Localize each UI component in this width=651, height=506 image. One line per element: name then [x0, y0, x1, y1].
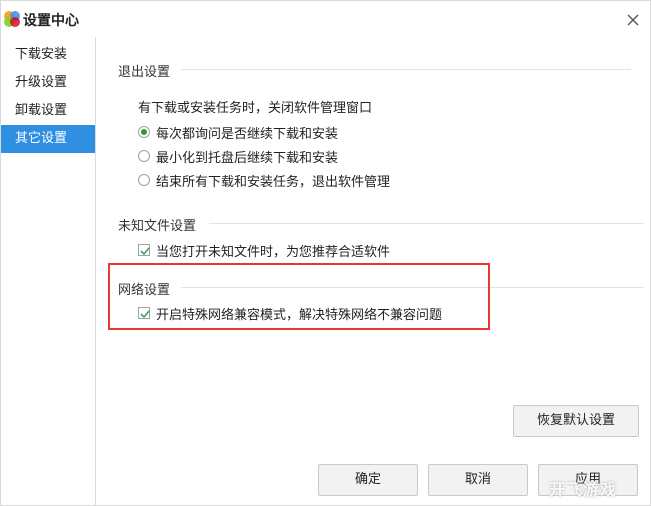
radio-label: 结束所有下载和安装任务，退出软件管理 — [156, 174, 391, 190]
close-icon[interactable] — [624, 11, 642, 29]
exit-settings-title: 退出设置 — [118, 65, 171, 80]
radio-button[interactable] — [138, 126, 150, 138]
checkbox-label: 当您打开未知文件时，为您推荐合适软件 — [156, 244, 391, 260]
sidebar-item-uninstall-settings[interactable]: 卸载设置 — [1, 97, 95, 125]
cancel-button[interactable]: 取消 — [428, 464, 528, 496]
radio-label: 最小化到托盘后继续下载和安装 — [156, 150, 339, 166]
watermark: 开飞游戏 — [549, 480, 618, 499]
checkbox[interactable] — [138, 244, 150, 256]
divider — [209, 223, 644, 224]
radio-label: 每次都询问是否继续下载和安装 — [156, 126, 339, 142]
network-settings-highlight-box — [108, 263, 490, 330]
unknown-file-settings-title: 未知文件设置 — [118, 219, 197, 234]
exit-settings-description: 有下载或安装任务时，关闭软件管理窗口 — [138, 101, 373, 116]
radio-minimize-to-tray[interactable]: 最小化到托盘后继续下载和安装 — [138, 146, 338, 166]
radio-end-all-tasks[interactable]: 结束所有下载和安装任务，退出软件管理 — [138, 170, 390, 190]
divider — [181, 69, 631, 70]
app-logo-icon — [3, 10, 21, 28]
window-title: 设置中心 — [23, 13, 79, 29]
ok-button[interactable]: 确定 — [318, 464, 418, 496]
sidebar: 下载安装 升级设置 卸载设置 其它设置 — [1, 37, 96, 505]
radio-ask-every-time[interactable]: 每次都询问是否继续下载和安装 — [138, 122, 338, 142]
sidebar-item-other-settings[interactable]: 其它设置 — [1, 125, 95, 153]
radio-button[interactable] — [138, 150, 150, 162]
checkbox-recommend-software[interactable]: 当您打开未知文件时，为您推荐合适软件 — [138, 240, 390, 260]
title-bar: 设置中心 — [1, 1, 650, 37]
check-icon — [140, 247, 150, 256]
sidebar-item-download-install[interactable]: 下载安装 — [1, 41, 95, 69]
settings-window: 设置中心 下载安装 升级设置 卸载设置 其它设置 退出设置 有下载或安装任务时，… — [0, 0, 651, 506]
radio-button[interactable] — [138, 174, 150, 186]
sidebar-item-upgrade-settings[interactable]: 升级设置 — [1, 69, 95, 97]
restore-default-button[interactable]: 恢复默认设置 — [513, 405, 639, 437]
